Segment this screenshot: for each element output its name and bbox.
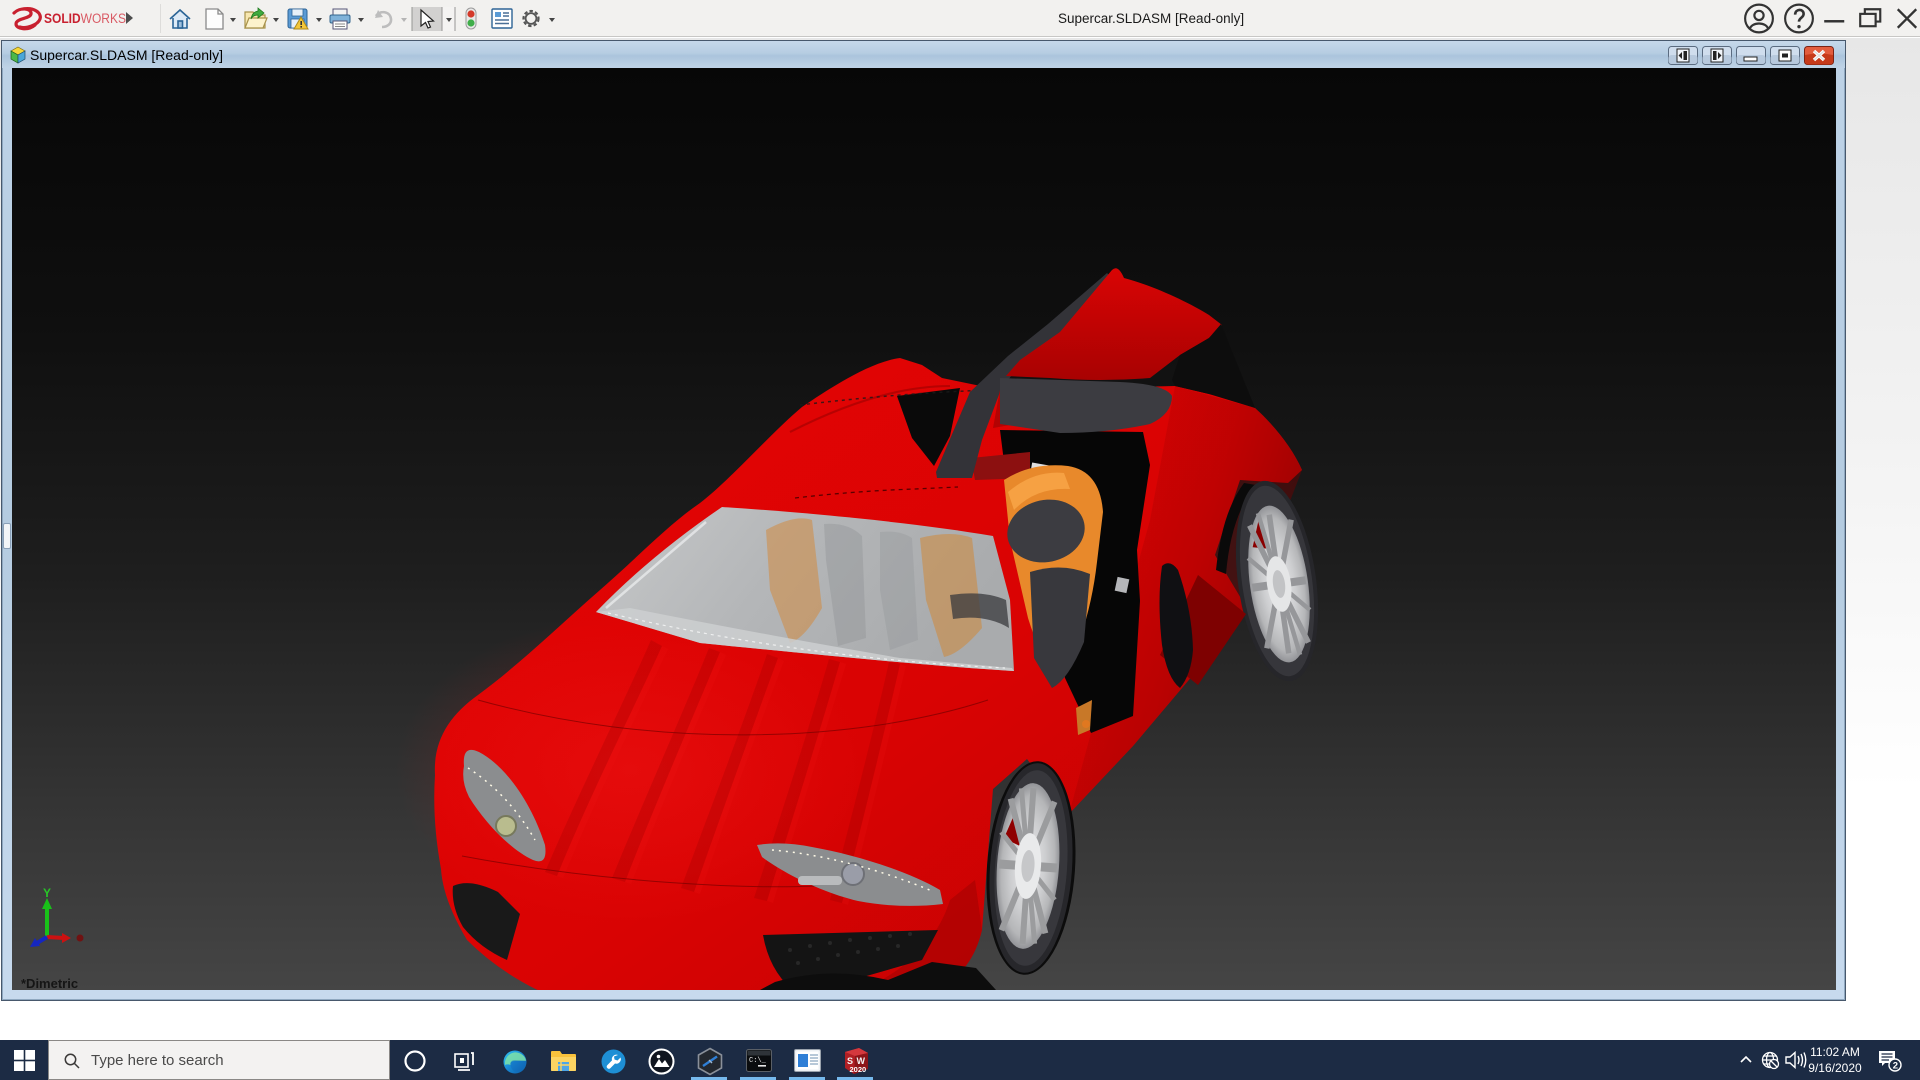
svg-text:*Dimetric: *Dimetric [21, 976, 78, 990]
svg-text:2: 2 [1893, 1061, 1898, 1072]
svg-text:2020: 2020 [850, 1065, 867, 1074]
svg-text:SOLIDWORKS: SOLIDWORKS [44, 11, 126, 26]
svg-text:Y: Y [43, 886, 51, 900]
svg-text:C:\_: C:\_ [749, 1057, 767, 1065]
